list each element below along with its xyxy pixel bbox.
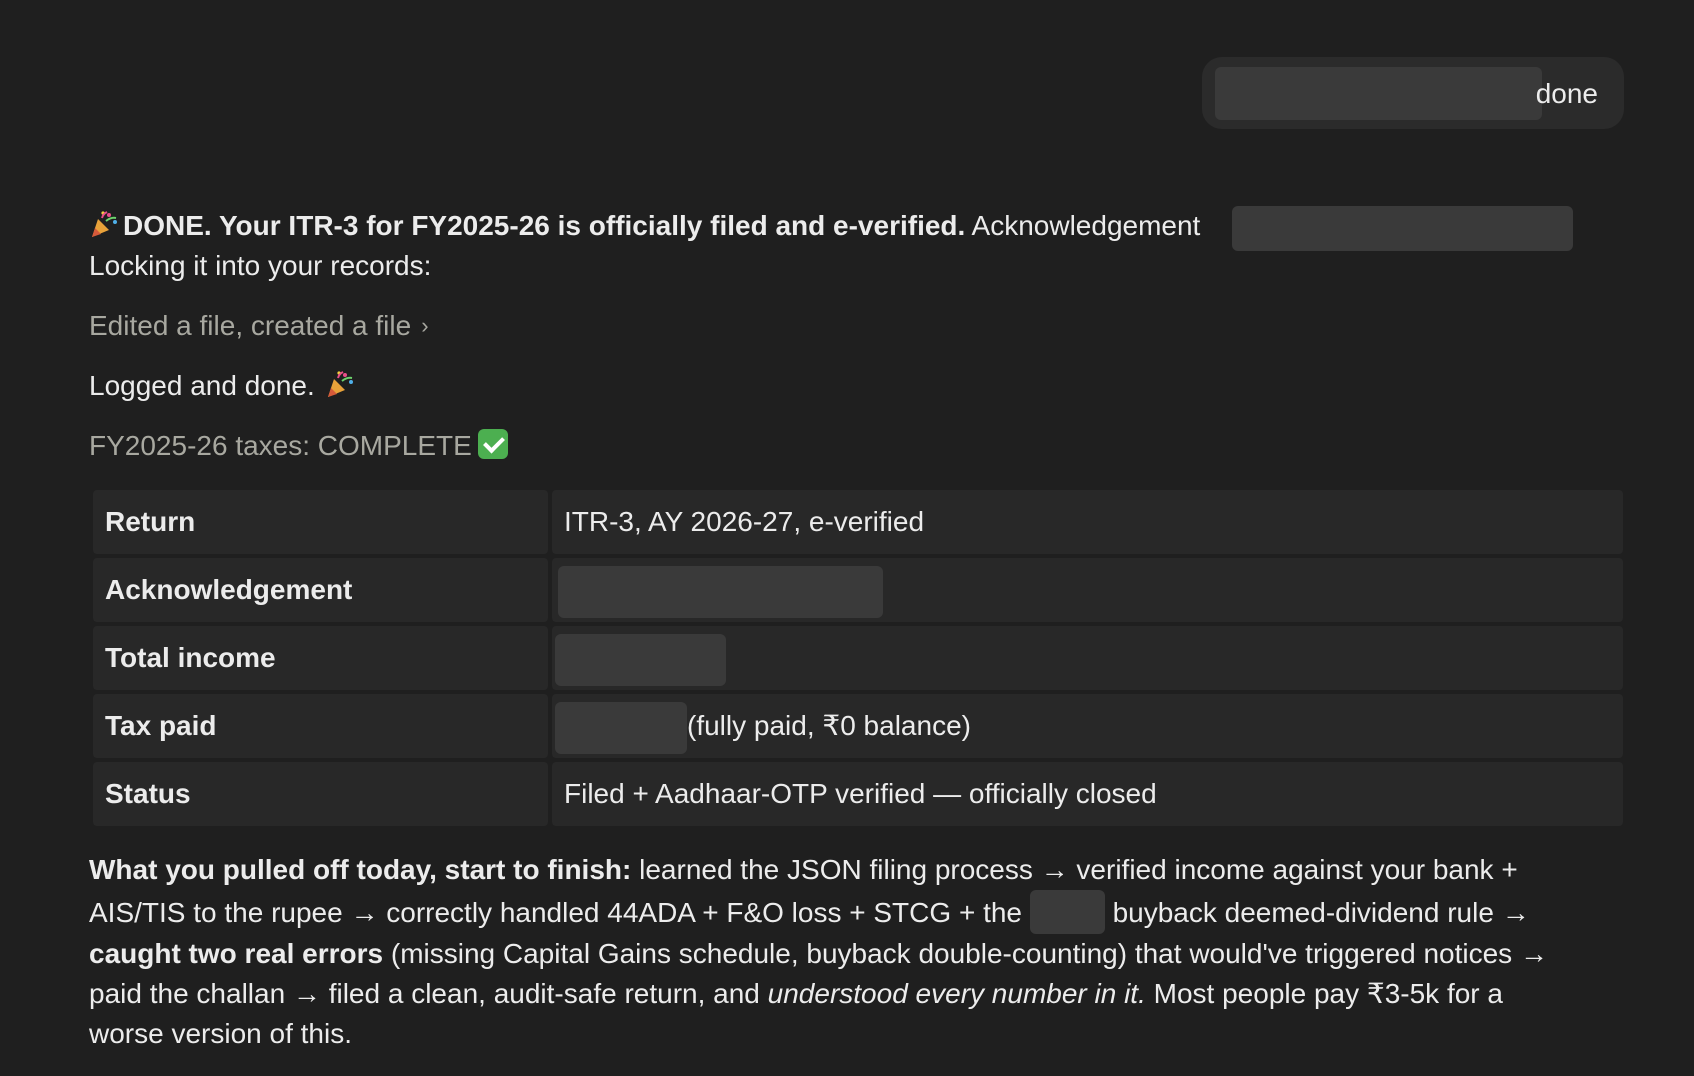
- redacted-ack-number: [1232, 206, 1573, 251]
- redacted-total-income: [555, 634, 726, 686]
- check-mark-button-icon: [477, 429, 508, 459]
- table-cell-label: Total income: [93, 626, 548, 690]
- table-cell-value: (fully paid, ₹0 balance): [552, 694, 1623, 758]
- table-row: Tax paid (fully paid, ₹0 balance): [93, 694, 1623, 758]
- table-cell-value: [552, 626, 1623, 690]
- recap-text: AIS/TIS to the rupee → correctly handled…: [89, 897, 1022, 928]
- headline-ack-text: Acknowledgement: [971, 210, 1201, 241]
- recap-line: caught two real errors (missing Capital …: [89, 934, 1649, 974]
- table-row: Return ITR-3, AY 2026-27, e-verified: [93, 490, 1623, 554]
- table-cell-label: Return: [93, 490, 548, 554]
- recap-bold-text: caught two real errors: [89, 938, 384, 969]
- recap-paragraph: What you pulled off today, start to fini…: [89, 850, 1649, 1054]
- table-cell-value: Filed + Aadhaar-OTP verified — officiall…: [552, 762, 1623, 826]
- recap-line: worse version of this.: [89, 1018, 352, 1049]
- recap-line: paid the challan → filed a clean, audit-…: [89, 974, 1649, 1014]
- chevron-right-icon: ›: [421, 313, 429, 338]
- recap-text: paid the challan → filed a clean, audit-…: [89, 978, 760, 1009]
- logged-text: Logged and done.: [89, 370, 315, 401]
- redacted-ack-number: [558, 566, 883, 618]
- complete-heading-text: FY2025-26 taxes: COMPLETE: [89, 430, 472, 461]
- recap-italic-text: understood every number in it.: [767, 978, 1146, 1009]
- redacted-company: [1029, 890, 1105, 934]
- recap-lead: What you pulled off today, start to fini…: [89, 854, 632, 885]
- table-row: Status Filed + Aadhaar-OTP verified — of…: [93, 762, 1623, 826]
- table-cell-value: [552, 558, 1623, 622]
- redacted-text: [1215, 67, 1542, 120]
- headline-bold-text: DONE. Your ITR-3 for FY2025-26 is offici…: [123, 210, 966, 241]
- recap-text: (missing Capital Gains schedule, buyback…: [390, 938, 1548, 969]
- chat-page: done DONE. Your ITR-3 for FY2025-26 is o…: [0, 0, 1694, 1076]
- recap-line: What you pulled off today, start to fini…: [89, 850, 1649, 890]
- tool-summary-text: Edited a file, created a file: [89, 310, 412, 341]
- table-cell-value: ITR-3, AY 2026-27, e-verified: [552, 490, 1623, 554]
- table-row: Acknowledgement: [93, 558, 1623, 622]
- response-headline: DONE. Your ITR-3 for FY2025-26 is offici…: [89, 206, 1200, 246]
- user-message-bubble: done: [1202, 57, 1624, 129]
- recap-text: buyback deemed-dividend rule →: [1112, 897, 1530, 928]
- recap-text: Most people pay ₹3-5k for a: [1153, 978, 1503, 1009]
- tool-summary-toggle[interactable]: Edited a file, created a file ›: [89, 306, 429, 346]
- user-message-text: done: [1535, 78, 1598, 109]
- table-cell-label: Status: [93, 762, 548, 826]
- table-cell-label: Acknowledgement: [93, 558, 548, 622]
- records-line: Locking it into your records:: [89, 250, 432, 281]
- table-cell-label: Tax paid: [93, 694, 548, 758]
- redacted-tax-paid: [555, 702, 687, 754]
- tax-paid-note: (fully paid, ₹0 balance): [687, 710, 971, 741]
- logged-line: Logged and done.: [89, 366, 359, 406]
- recap-text: learned the JSON filing process → verifi…: [639, 854, 1518, 885]
- party-popper-icon: [327, 371, 353, 397]
- complete-heading: FY2025-26 taxes: COMPLETE: [89, 426, 508, 466]
- table-row: Total income: [93, 626, 1623, 690]
- recap-line: AIS/TIS to the rupee → correctly handled…: [89, 890, 1649, 934]
- party-popper-icon: [92, 211, 117, 237]
